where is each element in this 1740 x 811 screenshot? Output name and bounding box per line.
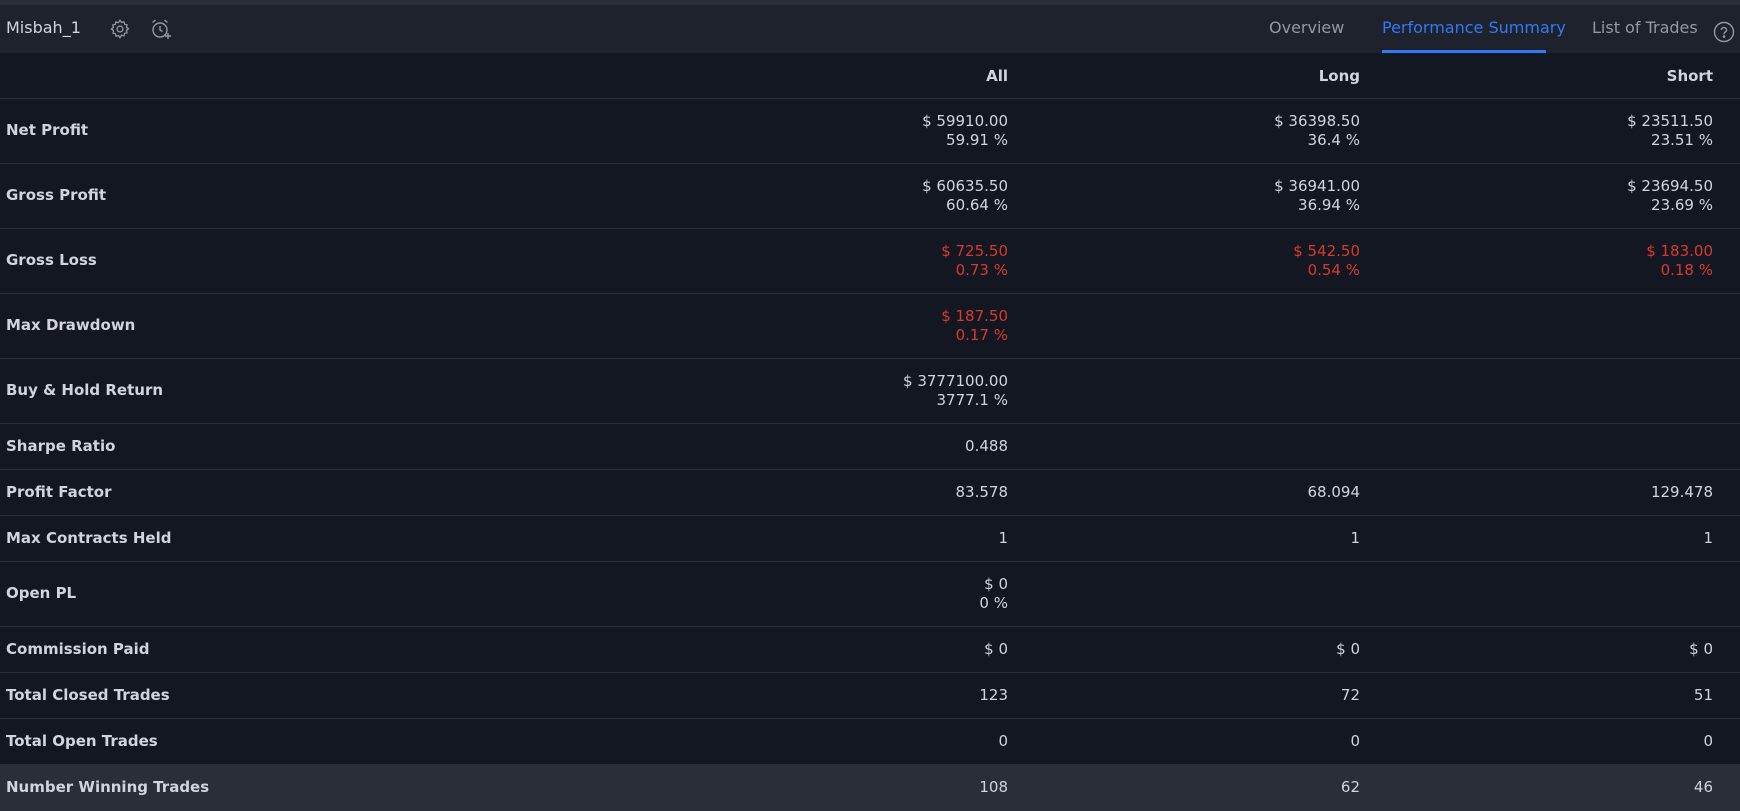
table-row: Buy & Hold Return $ 3777100.00 3777.1 % — [0, 359, 1740, 424]
alarm-clock-plus-icon[interactable] — [149, 17, 173, 41]
column-header-long: Long — [1318, 67, 1360, 85]
row-label: Open PL — [6, 584, 77, 602]
row-label: Gross Profit — [6, 186, 107, 204]
row-label: Gross Loss — [6, 251, 97, 269]
row-label: Number Winning Trades — [6, 778, 210, 796]
cell-all: $ 0 — [984, 640, 1008, 658]
row-label: Net Profit — [6, 121, 89, 139]
cell-short: 1 — [1703, 529, 1713, 547]
table-row: Open PL $ 00 % — [0, 562, 1740, 627]
tab-list-of-trades[interactable]: List of Trades — [1592, 18, 1698, 37]
cell-all: 0.488 — [965, 437, 1008, 455]
tab-performance-summary[interactable]: Performance Summary — [1382, 18, 1566, 37]
column-header-all: All — [986, 67, 1008, 85]
row-label: Max Drawdown — [6, 316, 136, 334]
row-label: Commission Paid — [6, 640, 150, 658]
performance-summary-table: All Long Short Net Profit $ 59910.00 59.9… — [0, 53, 1740, 811]
cell-all: 0 — [998, 732, 1008, 750]
row-label: Profit Factor — [6, 483, 112, 501]
table-row: Net Profit $ 59910.00 59.91 % $ 36398.50 3… — [0, 99, 1740, 164]
cell-short: $ 183.00 0.18 % — [1646, 242, 1713, 279]
table-row: Commission Paid $ 0 $ 0 $ 0 — [0, 627, 1740, 673]
column-header-short: Short — [1666, 67, 1713, 85]
cell-all: $ 3777100.00 3777.1 % — [903, 372, 1008, 409]
table-row: Profit Factor 83.578 68.094 129.478 — [0, 470, 1740, 516]
table-row: Sharpe Ratio 0.488 — [0, 424, 1740, 470]
cell-long: 62 — [1340, 778, 1360, 796]
row-label: Total Open Trades — [6, 732, 158, 750]
cell-all: $ 00 % — [979, 575, 1008, 612]
strategy-tester-header: Misbah_1 Overview Performance Summary Li… — [0, 0, 1740, 53]
table-row: Gross Loss $ 725.50 0.73 % $ 542.50 0.54 %… — [0, 229, 1740, 294]
question-circle-icon[interactable] — [1713, 21, 1735, 43]
cell-short: 51 — [1693, 686, 1713, 704]
row-label: Max Contracts Held — [6, 529, 172, 547]
cell-long: 1 — [1350, 529, 1360, 547]
cell-long: $ 0 — [1336, 640, 1360, 658]
cell-all: 108 — [979, 778, 1008, 796]
table-row: Gross Profit $ 60635.50 60.64 % $ 36941.0… — [0, 164, 1740, 229]
cell-all: 83.578 — [955, 483, 1009, 501]
cell-all: $ 725.50 0.73 % — [941, 242, 1008, 279]
tab-overview[interactable]: Overview — [1269, 18, 1344, 37]
cell-all: $ 187.50 0.17 % — [941, 307, 1008, 344]
table-row: Max Contracts Held 1 1 1 — [0, 516, 1740, 562]
strategy-name[interactable]: Misbah_1 — [6, 18, 81, 37]
row-label: Total Closed Trades — [6, 686, 170, 704]
table-row: Number Winning Trades 108 62 46 — [0, 765, 1740, 811]
cell-short: 129.478 — [1650, 483, 1713, 501]
cell-long: $ 36941.00 36.94 % — [1274, 177, 1360, 214]
cell-long: $ 36398.50 36.4 % — [1274, 112, 1360, 149]
row-label: Sharpe Ratio — [6, 437, 116, 455]
cell-all: 1 — [998, 529, 1008, 547]
cell-all: $ 60635.50 60.64 % — [922, 177, 1008, 214]
cell-short: $ 23511.50 23.51 % — [1627, 112, 1713, 149]
cell-long: $ 542.50 0.54 % — [1293, 242, 1360, 279]
table-row: Total Closed Trades 123 72 51 — [0, 673, 1740, 719]
cell-short: 0 — [1703, 732, 1713, 750]
cell-all: 123 — [979, 686, 1008, 704]
table-row: Max Drawdown $ 187.50 0.17 % — [0, 294, 1740, 359]
gear-icon[interactable] — [108, 17, 132, 41]
cell-long: 68.094 — [1307, 483, 1361, 501]
cell-long: 0 — [1350, 732, 1360, 750]
row-label: Buy & Hold Return — [6, 381, 164, 399]
cell-all: $ 59910.00 59.91 % — [922, 112, 1008, 149]
table-header-row: All Long Short — [0, 53, 1740, 99]
table-row: Total Open Trades 0 0 0 — [0, 719, 1740, 765]
cell-short: $ 0 — [1689, 640, 1713, 658]
cell-short: $ 23694.50 23.69 % — [1627, 177, 1713, 214]
cell-long: 72 — [1340, 686, 1360, 704]
cell-short: 46 — [1693, 778, 1713, 796]
